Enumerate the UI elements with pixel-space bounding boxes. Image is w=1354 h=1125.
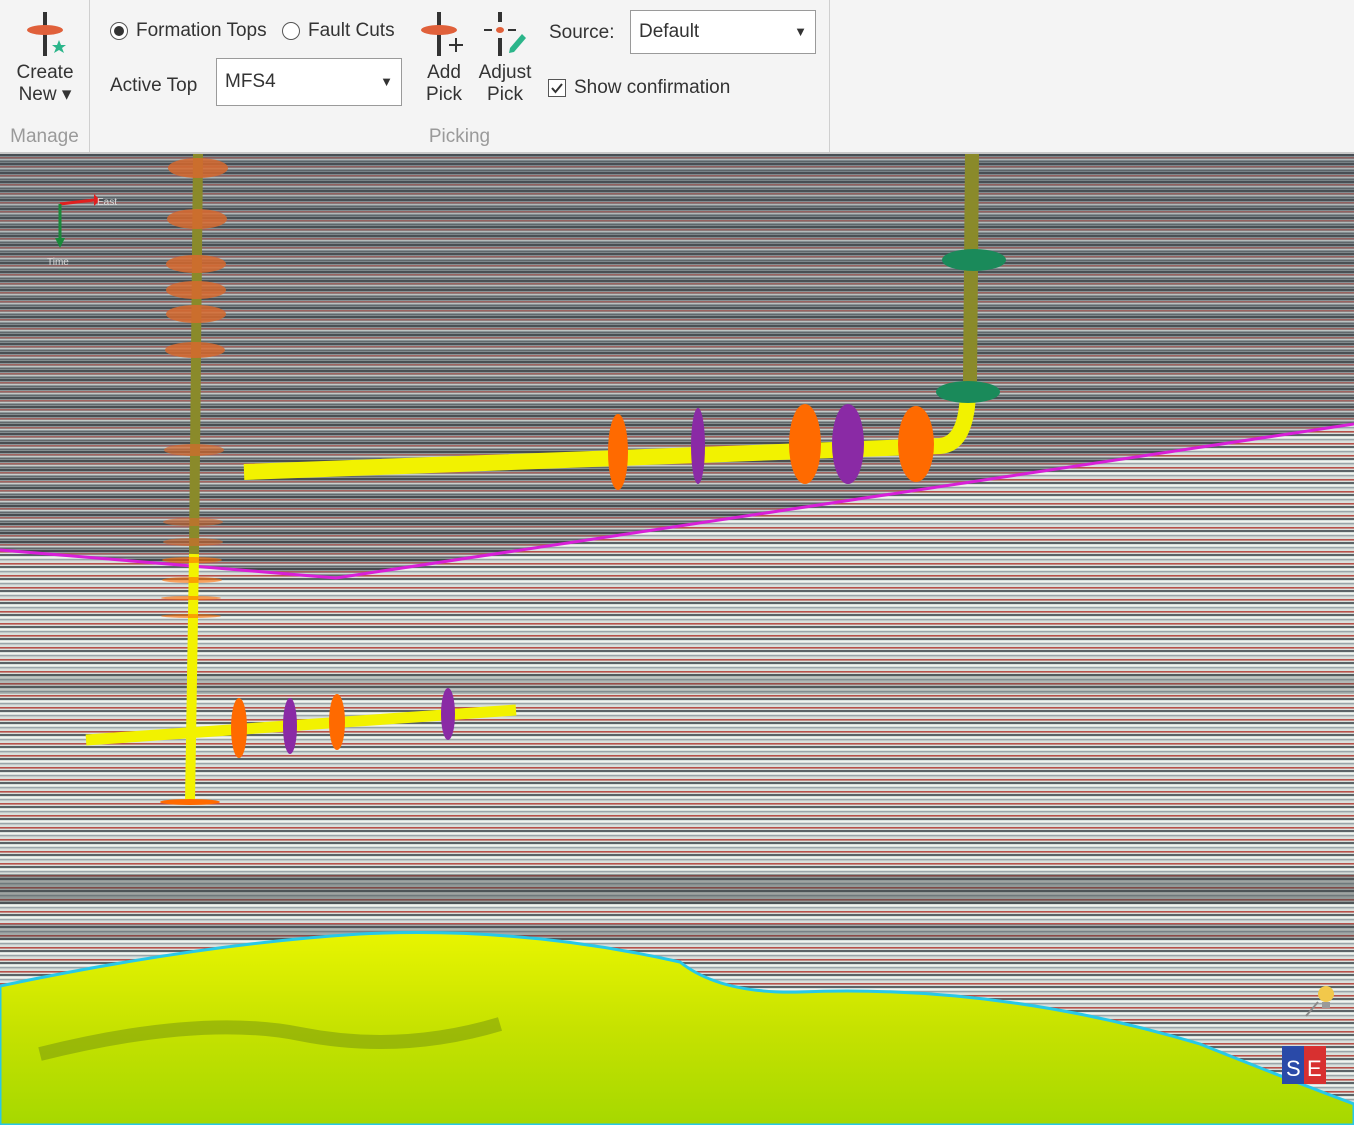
- formation-top-marker[interactable]: [283, 698, 297, 754]
- formation-top-marker[interactable]: [936, 381, 1000, 403]
- formation-top-marker[interactable]: [166, 255, 226, 273]
- formation-tops-label: Formation Tops: [136, 20, 267, 41]
- adjust-pick-label-2: Pick: [487, 84, 523, 105]
- orientation-time-label: Time: [47, 257, 69, 268]
- manage-group: Create New ▾ Manage: [0, 0, 90, 152]
- fault-cuts-label: Fault Cuts: [308, 20, 395, 41]
- formation-top-marker[interactable]: [166, 281, 226, 299]
- add-pick-button[interactable]: Add Pick: [416, 10, 472, 106]
- adjust-pick-label-1: Adjust: [478, 62, 532, 83]
- formation-top-marker[interactable]: [691, 408, 705, 484]
- create-new-icon: [27, 12, 66, 56]
- ribbon-toolbar: Create New ▾ Manage Formation Tops Fault…: [0, 0, 1354, 154]
- formation-top-marker[interactable]: [162, 557, 222, 563]
- source-label: Source:: [549, 22, 615, 43]
- formation-top-marker[interactable]: [167, 209, 227, 229]
- chevron-down-icon: ▼: [794, 24, 807, 39]
- formation-top-marker[interactable]: [165, 342, 225, 358]
- svg-text:S: S: [1286, 1056, 1301, 1081]
- adjust-pick-icon: [484, 12, 526, 56]
- formation-top-marker[interactable]: [898, 406, 934, 482]
- orientation-east-label: East: [97, 197, 117, 208]
- create-new-button[interactable]: Create New ▾: [4, 10, 86, 106]
- adjust-pick-button[interactable]: Adjust Pick: [474, 10, 536, 106]
- svg-text:E: E: [1307, 1056, 1322, 1081]
- create-new-label-1: Create: [16, 62, 74, 83]
- manage-group-label: Manage: [10, 126, 79, 147]
- create-new-label-2: New ▾: [18, 84, 72, 105]
- active-top-label: Active Top: [110, 75, 198, 96]
- formation-top-marker[interactable]: [164, 444, 224, 456]
- fault-cuts-radio[interactable]: Fault Cuts: [282, 20, 395, 42]
- 3d-viewport[interactable]: East Time S E: [0, 154, 1354, 1125]
- add-pick-label-2: Pick: [426, 84, 462, 105]
- add-pick-icon: [421, 12, 463, 56]
- formation-top-marker[interactable]: [163, 538, 223, 546]
- checkbox-check-icon: [548, 79, 566, 97]
- formation-top-marker[interactable]: [161, 596, 221, 600]
- formation-top-marker[interactable]: [832, 404, 864, 484]
- formation-top-marker[interactable]: [608, 414, 628, 490]
- show-confirmation-label: Show confirmation: [574, 77, 731, 98]
- formation-top-marker[interactable]: [231, 698, 247, 758]
- formation-top-marker[interactable]: [160, 799, 220, 805]
- formation-top-marker[interactable]: [166, 305, 226, 323]
- formation-top-marker[interactable]: [329, 694, 345, 750]
- add-pick-label-1: Add: [427, 62, 461, 83]
- show-confirmation-checkbox[interactable]: Show confirmation: [548, 77, 730, 99]
- active-top-dropdown[interactable]: MFS4 ▼: [216, 58, 402, 106]
- app-logo-icon: S E: [1282, 1046, 1326, 1084]
- chevron-down-icon: ▼: [380, 74, 393, 89]
- formation-top-marker[interactable]: [162, 577, 222, 583]
- formation-top-marker[interactable]: [161, 614, 221, 618]
- formation-top-marker[interactable]: [163, 518, 223, 526]
- fault-cuts-radio-indicator: [282, 22, 300, 40]
- formation-tops-radio-indicator: [110, 22, 128, 40]
- picking-group-label: Picking: [428, 126, 491, 147]
- formation-top-marker[interactable]: [441, 688, 455, 740]
- picking-group: Formation Tops Fault Cuts Active Top MFS…: [90, 0, 830, 152]
- seismic-scene[interactable]: East Time S E: [0, 154, 1354, 1125]
- active-top-value: MFS4: [225, 71, 276, 92]
- source-value: Default: [639, 21, 700, 42]
- formation-top-marker[interactable]: [789, 404, 821, 484]
- formation-tops-radio[interactable]: Formation Tops: [110, 20, 267, 42]
- source-dropdown[interactable]: Default ▼: [630, 10, 816, 54]
- formation-top-marker[interactable]: [942, 249, 1006, 271]
- formation-top-marker[interactable]: [168, 158, 228, 178]
